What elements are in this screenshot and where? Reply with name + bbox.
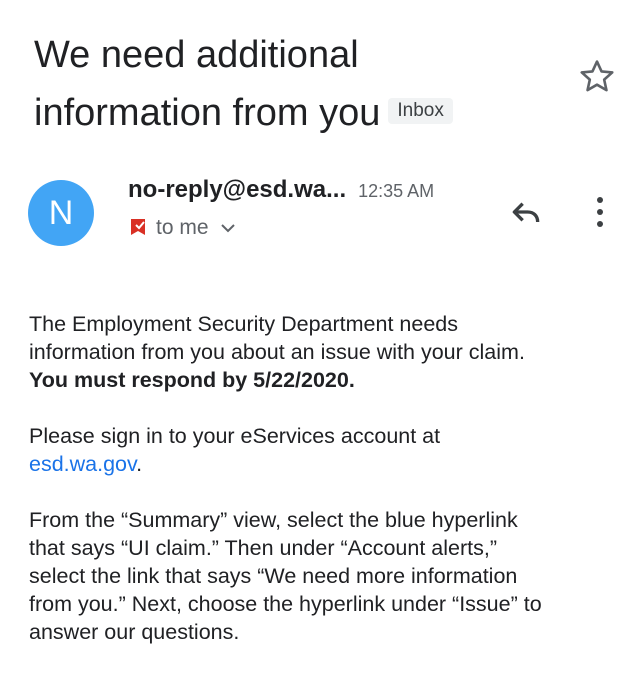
body-paragraph-2: Please sign in to your eServices account… — [29, 422, 619, 478]
email-subject-line-2: information from you — [34, 92, 381, 134]
body-paragraph-1: The Employment Security Department needs… — [29, 310, 619, 394]
email-body: The Employment Security Department needs… — [29, 310, 619, 674]
body-p1-line-2: information from you about an issue with… — [29, 340, 525, 364]
body-p3-line-2: that says “UI claim.” Then under “Accoun… — [29, 536, 498, 560]
body-p3-line-3: select the link that says “We need more … — [29, 564, 518, 588]
email-timestamp: 12:35 AM — [358, 181, 435, 201]
sender-row: no-reply@esd.wa... 12:35 AM — [128, 176, 434, 204]
inbox-label-badge[interactable]: Inbox — [388, 97, 453, 124]
recipient-text: to me — [156, 216, 209, 239]
more-vert-icon[interactable] — [588, 192, 612, 232]
body-p1-line-1: The Employment Security Department needs — [29, 312, 459, 336]
body-p3-line-4: from you.” Next, choose the hyperlink un… — [29, 592, 542, 616]
body-paragraph-3: From the “Summary” view, select the blue… — [29, 506, 619, 646]
email-subject-block: We need additional information from you I… — [34, 26, 554, 142]
body-p3-line-5: answer our questions. — [29, 620, 240, 644]
chevron-down-icon — [220, 224, 235, 233]
sender-avatar[interactable]: N — [28, 180, 94, 246]
response-deadline: You must respond by 5/22/2020. — [29, 368, 355, 392]
email-subject-line-1: We need additional — [34, 34, 359, 76]
sender-address[interactable]: no-reply@esd.wa... — [128, 176, 346, 203]
body-p3-line-1: From the “Summary” view, select the blue… — [29, 508, 518, 532]
body-p2-text: Please sign in to your eServices account… — [29, 424, 441, 448]
body-p2-period: . — [136, 452, 143, 476]
label-important-icon — [131, 219, 145, 235]
star-outline-icon[interactable] — [576, 56, 618, 98]
recipient-details-toggle[interactable]: to me — [128, 216, 237, 240]
email-subject: We need additional information from you I… — [34, 26, 554, 142]
esd-website-link[interactable]: esd.wa.gov — [29, 452, 136, 476]
reply-icon[interactable] — [506, 192, 546, 232]
